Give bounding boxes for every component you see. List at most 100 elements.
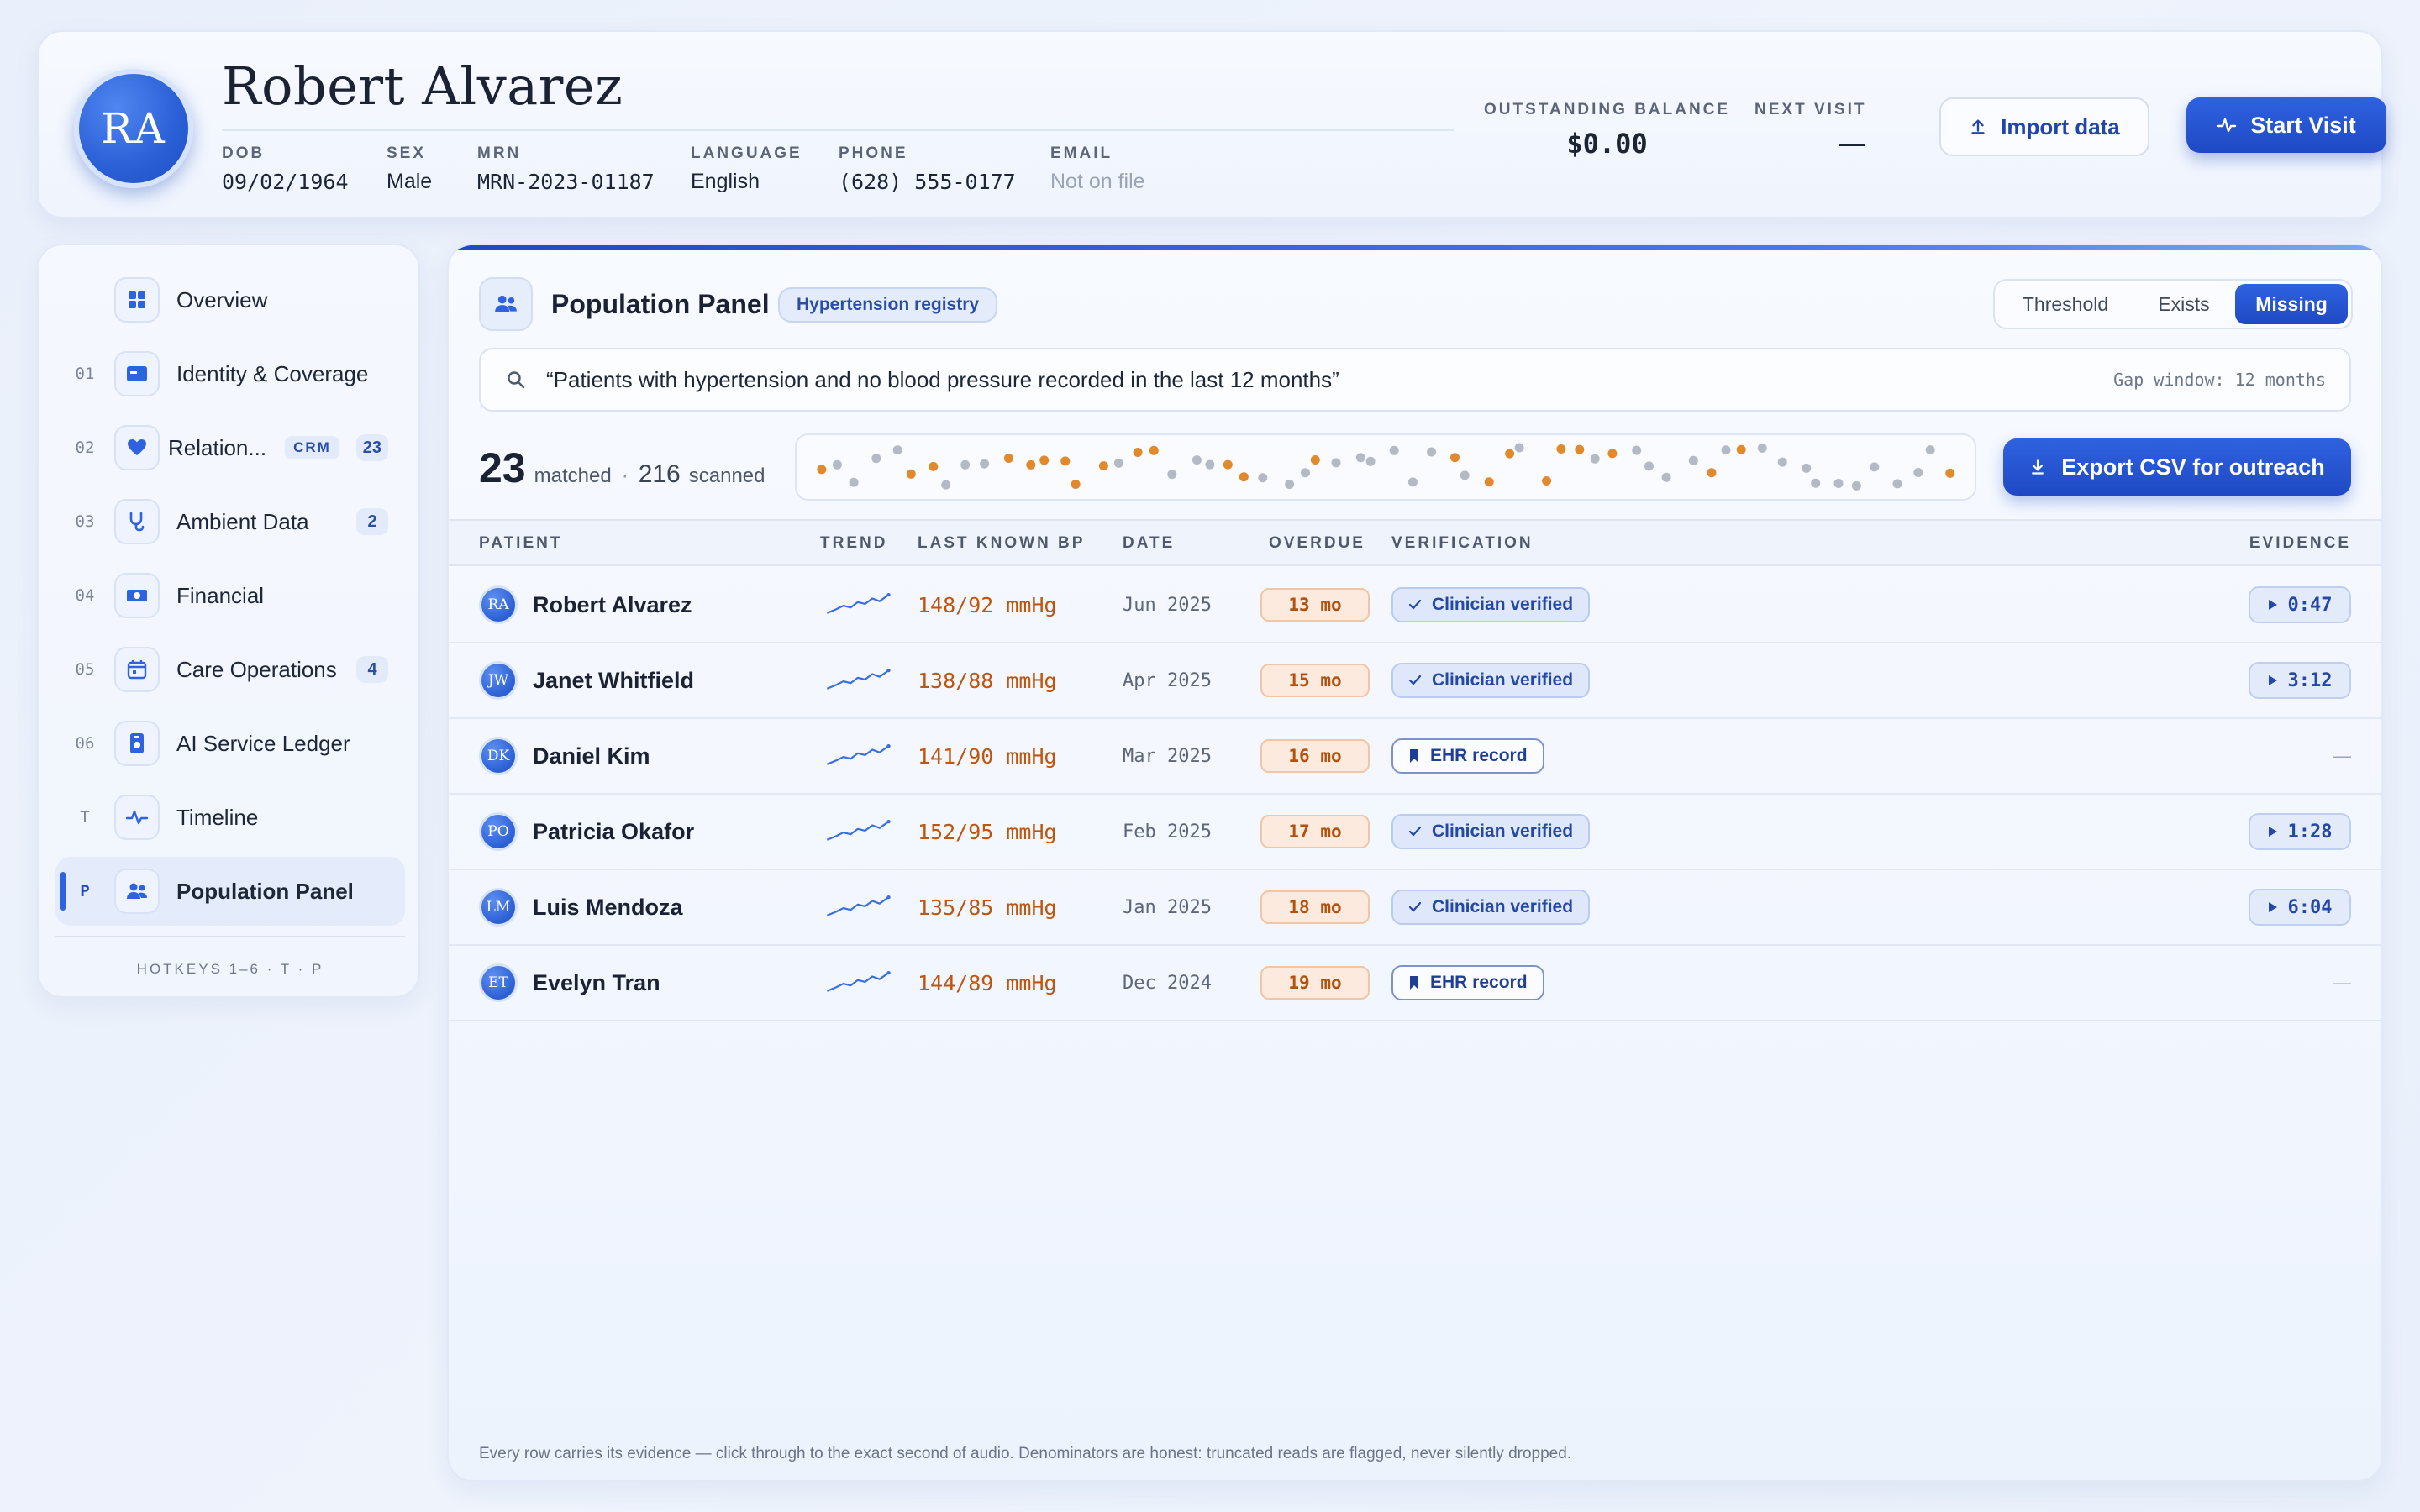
sidebar-item-relationships[interactable]: 02 Relation... CRM 23	[55, 413, 405, 482]
patient-name-link[interactable]: Janet Whitfield	[533, 668, 694, 694]
scanned-dot	[1301, 468, 1310, 478]
active-indicator	[60, 872, 66, 911]
evidence-audio-button[interactable]: 1:28	[2249, 813, 2351, 850]
sidebar: Overview 01 Identity & Coverage 02 Relat…	[37, 244, 420, 998]
calendar-icon	[114, 647, 160, 692]
table-row[interactable]: RA Robert Alvarez 148/92 mmHg Jun 2025 13 mo…	[449, 568, 2381, 643]
patient-header: RA Robert Alvarez DOB 09/02/1964 SEX Mal…	[37, 30, 2386, 218]
sidebar-item-overview[interactable]: Overview	[55, 265, 405, 334]
patient-name-link[interactable]: Evelyn Tran	[533, 970, 660, 996]
patient-avatar: DK	[479, 737, 518, 775]
evidence-cell: —	[2333, 946, 2351, 1020]
check-icon	[1408, 901, 1422, 912]
matched-dot	[1098, 461, 1108, 471]
panel-title: Population Panel	[551, 289, 770, 319]
query-input[interactable]: “Patients with hypertension and no blood…	[479, 348, 2351, 412]
sidebar-item-financial[interactable]: 04 Financial	[55, 561, 405, 630]
matched-dot	[1239, 472, 1249, 482]
patient-name-link[interactable]: Daniel Kim	[533, 743, 650, 769]
sidebar-item-ambient-data[interactable]: 03 Ambient Data 2	[55, 487, 405, 556]
bp-date: Jun 2025	[1123, 594, 1212, 616]
ehr-record-badge: EHR record	[1392, 965, 1544, 1000]
patient-cell: JW Janet Whitfield	[479, 643, 694, 717]
scanned-dot	[1514, 443, 1524, 453]
scanned-dot	[1632, 445, 1642, 455]
trend-sparkline	[818, 719, 899, 793]
clinician-verified-badge: Clinician verified	[1392, 814, 1591, 849]
export-csv-button[interactable]: Export CSV for outreach	[2003, 438, 2351, 496]
scanned-dot	[1870, 462, 1880, 472]
sidebar-item-identity[interactable]: 01 Identity & Coverage	[55, 339, 405, 408]
sparkline-icon	[826, 593, 891, 614]
sidebar-item-ai-service-ledger[interactable]: 06 AI Service Ledger	[55, 709, 405, 778]
scanned-dot	[832, 459, 842, 470]
overdue-cell: 13 mo	[1260, 568, 1370, 642]
evidence-cell: 3:12	[2249, 643, 2351, 717]
patient-cell: LM Luis Mendoza	[479, 870, 683, 944]
patient-name-link[interactable]: Robert Alvarez	[533, 592, 692, 618]
last-bp: 135/85 mmHg	[918, 895, 1057, 920]
ehr-record-badge: EHR record	[1392, 738, 1544, 774]
verification-cell: Clinician verified	[1392, 568, 1591, 642]
last-bp: 152/95 mmHg	[918, 819, 1057, 844]
overdue-badge: 19 mo	[1260, 966, 1370, 1000]
mode-exists[interactable]: Exists	[2133, 284, 2235, 324]
scanned-dot	[1688, 455, 1698, 465]
matched-dot	[1310, 455, 1320, 465]
matched-dot	[929, 461, 939, 471]
matched-dot	[1060, 456, 1071, 466]
patient-name-link[interactable]: Patricia Okafor	[533, 819, 694, 845]
evidence-audio-button[interactable]: 3:12	[2249, 662, 2351, 699]
scanned-dot	[1285, 480, 1295, 489]
sidebar-item-timeline[interactable]: T Timeline	[55, 783, 405, 852]
pulse-icon	[114, 795, 160, 840]
scanned-dot	[892, 445, 902, 455]
sparkline-icon	[826, 971, 891, 992]
matched-dot	[1039, 455, 1050, 465]
sidebar-item-population-panel[interactable]: P Population Panel	[55, 857, 405, 926]
verification-cell: Clinician verified	[1392, 643, 1591, 717]
scanned-dot	[1355, 453, 1365, 463]
sparkline-icon	[826, 895, 891, 916]
table-row[interactable]: JW Janet Whitfield 138/88 mmHg Apr 2025 15 m…	[449, 643, 2381, 719]
patient-cell: RA Robert Alvarez	[479, 568, 692, 642]
table-row[interactable]: LM Luis Mendoza 135/85 mmHg Jan 2025 18 mo Cl…	[449, 870, 2381, 946]
import-data-button[interactable]: Import data	[1939, 97, 2149, 156]
last-bp: 138/88 mmHg	[918, 668, 1057, 693]
last-bp: 144/89 mmHg	[918, 970, 1057, 995]
patient-name: Robert Alvarez	[222, 55, 623, 117]
mode-threshold[interactable]: Threshold	[1998, 284, 2133, 324]
overdue-badge: 18 mo	[1260, 890, 1370, 924]
scanned-dot	[1892, 479, 1902, 489]
verification-cell: Clinician verified	[1392, 870, 1591, 944]
table-row[interactable]: PO Patricia Okafor 152/95 mmHg Feb 2025 17 m…	[449, 795, 2381, 870]
table-row[interactable]: DK Daniel Kim 141/90 mmHg Mar 2025 16 mo EHR …	[449, 719, 2381, 795]
check-icon	[1408, 675, 1422, 685]
query-text: “Patients with hypertension and no blood…	[546, 366, 1339, 392]
patient-cell: PO Patricia Okafor	[479, 795, 694, 869]
grid-icon	[114, 277, 160, 323]
matched-dot	[1505, 449, 1515, 459]
overdue-cell: 16 mo	[1260, 719, 1370, 793]
play-icon	[2268, 902, 2277, 912]
last-bp: 148/92 mmHg	[918, 592, 1057, 617]
evidence-audio-button[interactable]: 0:47	[2249, 586, 2351, 623]
matched-dot	[1945, 468, 1955, 478]
evidence-audio-button[interactable]: 6:04	[2249, 889, 2351, 926]
patient-name-link[interactable]: Luis Mendoza	[533, 895, 683, 921]
start-visit-button[interactable]: Start Visit	[2186, 97, 2386, 153]
matched-dot	[1484, 477, 1494, 487]
dob-field: DOB 09/02/1964	[222, 144, 349, 194]
search-icon	[508, 371, 525, 389]
sparkline-icon	[826, 820, 891, 841]
sidebar-item-care-operations[interactable]: 05 Care Operations 4	[55, 635, 405, 704]
scanned-dot	[1192, 455, 1202, 465]
mode-missing[interactable]: Missing	[2235, 284, 2348, 324]
overdue-badge: 17 mo	[1260, 815, 1370, 848]
header-divider	[222, 129, 1454, 131]
table-row[interactable]: ET Evelyn Tran 144/89 mmHg Dec 2024 19 mo EHR…	[449, 946, 2381, 1021]
evidence-cell: 1:28	[2249, 795, 2351, 869]
cash-icon	[114, 573, 160, 618]
patient-avatar: LM	[479, 888, 518, 927]
overdue-badge: 13 mo	[1260, 588, 1370, 622]
